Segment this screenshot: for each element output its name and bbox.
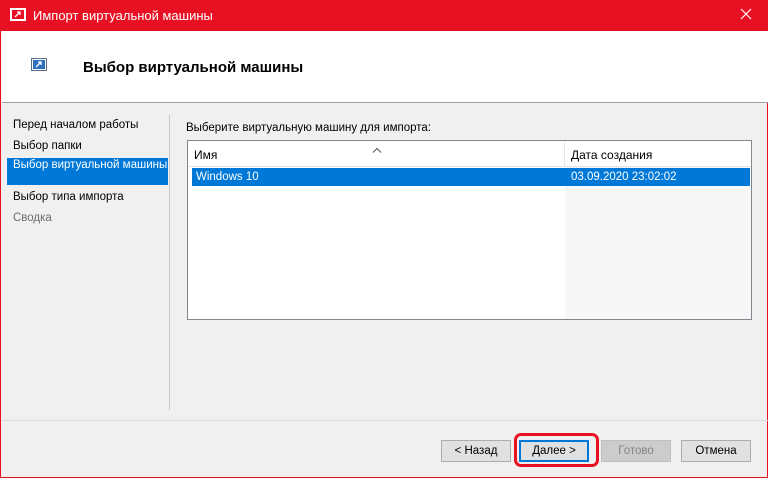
step-summary: Сводка (7, 212, 168, 225)
step-select-folder[interactable]: Выбор папки (7, 140, 168, 153)
step-label: Перед началом работы (13, 119, 139, 131)
step-label: Выбор папки (13, 140, 82, 152)
wizard-header: Выбор виртуальной машины (2, 31, 768, 103)
sidebar-divider (169, 115, 170, 410)
created-column-background (565, 167, 751, 319)
column-header-created[interactable]: Дата создания (565, 141, 751, 166)
step-label: Выбор виртуальной машины (13, 159, 168, 171)
step-label: Выбор типа импорта (13, 191, 124, 203)
step-select-vm[interactable]: Выбор виртуальной машины (7, 158, 168, 185)
wizard-steps: Перед началом работы Выбор папки Выбор в… (2, 103, 169, 420)
close-icon (740, 8, 752, 23)
next-button-highlight (514, 433, 599, 467)
cancel-button[interactable]: Отмена (681, 440, 751, 462)
column-header-label: Дата создания (571, 148, 653, 162)
vm-select-prompt: Выберите виртуальную машину для импорта: (186, 122, 431, 134)
step-before-you-begin[interactable]: Перед началом работы (7, 119, 168, 132)
import-vm-dialog: Импорт виртуальной машины Выбор виртуаль… (0, 0, 768, 478)
sort-ascending-icon (372, 142, 382, 153)
back-button[interactable]: < Назад (441, 440, 511, 462)
page-title: Выбор виртуальной машины (83, 59, 304, 76)
vm-name-cell: Windows 10 (196, 171, 259, 183)
table-row[interactable]: Windows 10 03.09.2020 23:02:02 (192, 168, 750, 186)
step-label: Сводка (13, 212, 52, 224)
close-button[interactable] (723, 0, 768, 31)
vm-created-cell: 03.09.2020 23:02:02 (571, 171, 677, 183)
title-bar[interactable]: Импорт виртуальной машины (1, 0, 768, 31)
step-select-import-type[interactable]: Выбор типа импорта (7, 191, 168, 204)
finish-button: Готово (601, 440, 671, 462)
import-vm-icon (31, 58, 47, 71)
window-title: Импорт виртуальной машины (33, 8, 213, 23)
footer-divider (2, 420, 768, 421)
column-header-label: Имя (194, 148, 218, 162)
import-vm-icon (10, 8, 26, 21)
vm-list[interactable]: Имя Дата создания Windows 10 03.09.2020 … (187, 140, 752, 320)
